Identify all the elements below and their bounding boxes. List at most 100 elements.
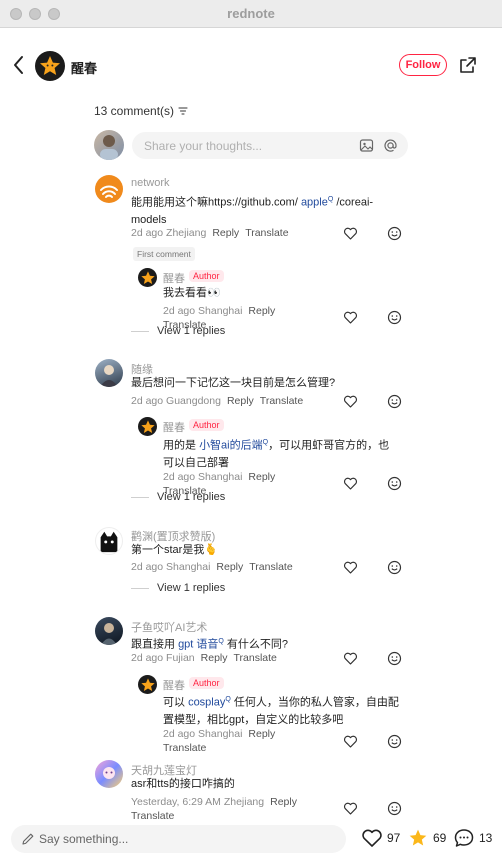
star-icon [140, 270, 155, 284]
comment-count-sort[interactable]: 13 comment(s) [94, 104, 188, 118]
wifi-logo-icon [100, 185, 118, 198]
reply-button[interactable]: Reply [248, 728, 275, 740]
first-comment-badge: First comment [133, 247, 195, 261]
author-badge: Author [189, 270, 224, 282]
like-heart-icon[interactable] [343, 560, 358, 575]
emoji-reaction-icon[interactable] [387, 476, 402, 491]
comment-meta: 2d ago Guangdong Reply Translate [131, 395, 304, 407]
translate-button[interactable]: Translate [260, 395, 303, 407]
star-count: 69 [433, 831, 447, 845]
commenter-avatar[interactable] [95, 527, 123, 555]
mention-icon[interactable] [383, 138, 398, 153]
reply-button[interactable]: Reply [216, 561, 243, 573]
image-icon[interactable] [359, 138, 374, 153]
reply-text: 我去看看👀 [163, 287, 221, 299]
comment-link[interactable]: gpt 语音 [178, 639, 218, 651]
heart-icon [362, 829, 382, 847]
like-heart-icon[interactable] [343, 226, 358, 241]
reply-text: 用的是 小智ai的后端Q，可以用虾哥官方的，也 可以自己部署 [163, 439, 390, 469]
translate-button[interactable]: Translate [234, 652, 277, 664]
commenter-avatar[interactable] [95, 617, 123, 645]
reply-link[interactable]: 小智ai的后端 [199, 440, 263, 452]
reply-link[interactable]: cosplay [188, 697, 225, 709]
comment-link[interactable]: apple [301, 197, 328, 209]
translate-button[interactable]: Translate [249, 561, 292, 573]
commenter-name[interactable]: network [131, 177, 170, 189]
star-count-button[interactable]: 69 [407, 828, 446, 848]
like-heart-icon[interactable] [343, 310, 358, 325]
post-header: 醒春 Follow [0, 40, 502, 92]
translate-button[interactable]: Translate [163, 742, 206, 754]
reply-button[interactable]: Reply [248, 471, 275, 483]
say-something-placeholder: Say something... [39, 832, 129, 846]
black-cat-icon [100, 531, 118, 553]
like-heart-icon[interactable] [343, 801, 358, 816]
view-replies-link[interactable]: View 1 replies [131, 582, 225, 594]
reply-author-avatar[interactable] [138, 417, 157, 436]
comment-text: 跟直接用 gpt 语音Q 有什么不同? [131, 638, 289, 651]
emoji-reaction-icon[interactable] [387, 651, 402, 666]
like-heart-icon[interactable] [343, 394, 358, 409]
reply-author-name[interactable]: 醒春 [163, 419, 185, 435]
commenter-avatar[interactable] [95, 760, 123, 788]
comment-meta: Yesterday, 6:29 AM Zhejiang Reply Translat… [131, 796, 297, 822]
view-replies-link[interactable]: View 1 replies [131, 325, 225, 337]
comment-text: 第一个star是我🫰 [131, 544, 219, 556]
emoji-reaction-icon[interactable] [387, 310, 402, 325]
comment-count-bottom: 13 [479, 831, 493, 845]
like-heart-icon[interactable] [343, 734, 358, 749]
comment-meta: 2d ago Zhejiang Reply Translate [131, 227, 289, 239]
commenter-avatar[interactable] [95, 175, 123, 203]
reply-button[interactable]: Reply [248, 305, 275, 317]
star-icon [40, 56, 60, 75]
author-avatar[interactable] [35, 51, 65, 81]
say-something-input[interactable]: Say something... [11, 825, 346, 853]
back-arrow-icon[interactable] [10, 52, 28, 78]
like-heart-icon[interactable] [343, 651, 358, 666]
comment-count: 13 comment(s) [94, 104, 175, 118]
reply-author-avatar[interactable] [138, 268, 157, 287]
emoji-reaction-icon[interactable] [387, 394, 402, 409]
window-title: rednote [227, 6, 275, 21]
reply-author-avatar[interactable] [138, 675, 157, 694]
star-icon [140, 419, 155, 433]
follow-button[interactable]: Follow [399, 54, 447, 76]
comment-text: 最后想问一下记忆这一块目前是怎么管理? [131, 377, 336, 389]
share-icon[interactable] [458, 55, 478, 75]
comment-count-button[interactable]: 13 [453, 828, 492, 848]
pencil-icon [22, 833, 34, 845]
emoji-reaction-icon[interactable] [387, 560, 402, 575]
like-heart-icon[interactable] [343, 476, 358, 491]
view-replies-link[interactable]: View 1 replies [131, 491, 225, 503]
author-badge: Author [189, 419, 224, 431]
window-titlebar: rednote [0, 0, 502, 28]
comment-text: 能用能用这个嘛https://github.com/ appleQ /corea… [131, 196, 374, 226]
comment-meta: 2d ago Fujian Reply Translate [131, 652, 277, 664]
share-thoughts-input[interactable]: Share your thoughts... [132, 132, 408, 159]
emoji-reaction-icon[interactable] [387, 226, 402, 241]
reply-button[interactable]: Reply [212, 227, 239, 239]
emoji-reaction-icon[interactable] [387, 801, 402, 816]
translate-button[interactable]: Translate [245, 227, 288, 239]
sort-icon [178, 107, 188, 115]
reply-text: 可以 cosplayQ 任何人，当你的私人管家，自由配 置模型，相比gpt，自定义… [163, 696, 399, 726]
reply-author-name[interactable]: 醒春 [163, 270, 185, 286]
star-icon [140, 677, 155, 691]
reply-button[interactable]: Reply [227, 395, 254, 407]
reply-button[interactable]: Reply [270, 796, 297, 808]
commenter-avatar[interactable] [95, 359, 123, 387]
author-name[interactable]: 醒春 [71, 58, 97, 77]
emoji-reaction-icon[interactable] [387, 734, 402, 749]
star-icon [409, 829, 427, 846]
comment-bubble-icon [454, 829, 474, 847]
reply-meta: 2d ago Shanghai Reply Translate [163, 728, 276, 754]
share-thoughts-placeholder: Share your thoughts... [144, 139, 263, 153]
reply-button[interactable]: Reply [201, 652, 228, 664]
like-count: 97 [387, 831, 401, 845]
author-badge: Author [189, 677, 224, 689]
like-count-button[interactable]: 97 [361, 828, 400, 848]
comment-meta: 2d ago Shanghai Reply Translate [131, 561, 293, 573]
comment-text: asr和tts的接口咋搞的 [131, 778, 235, 790]
bottom-bar: Say something... 97 69 13 [0, 820, 502, 859]
my-avatar [94, 130, 124, 160]
